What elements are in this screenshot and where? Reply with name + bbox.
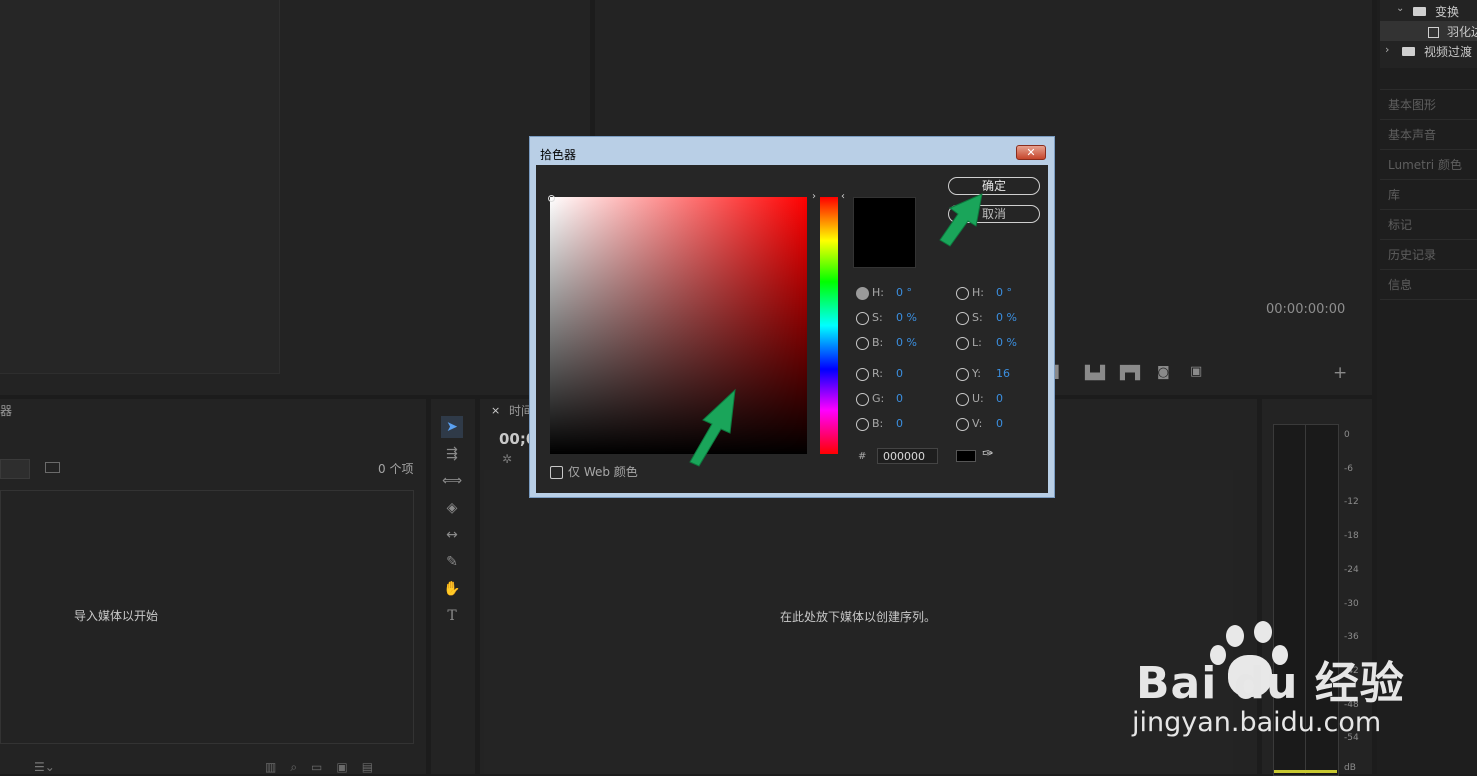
annotation-arrow-field <box>689 388 736 467</box>
annotation-arrow-ok <box>939 193 983 247</box>
watermark-url: jingyan.baidu.com <box>1132 707 1382 738</box>
watermark: Bai du 经验 jingyan.baidu.com <box>1130 621 1404 755</box>
watermark-brand: Bai du 经验 <box>1136 658 1405 709</box>
